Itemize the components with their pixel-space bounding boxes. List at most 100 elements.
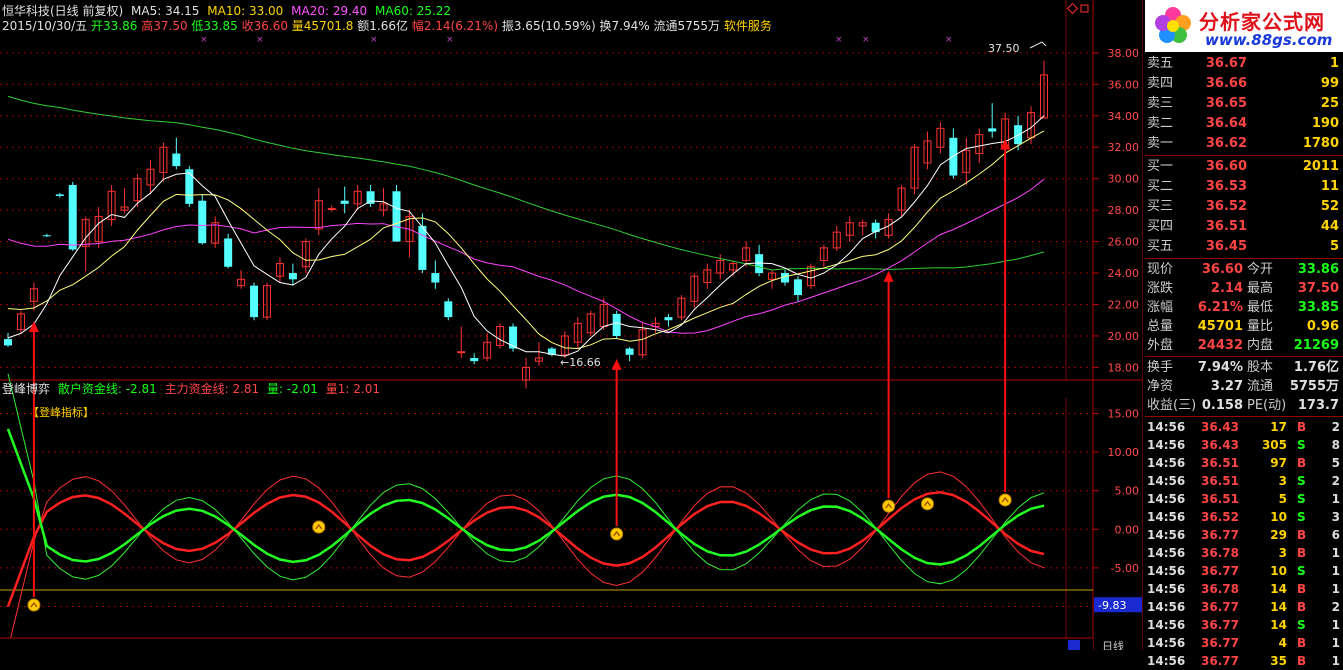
candle-body[interactable] (366, 191, 375, 204)
low-value: 低33.85 (191, 19, 238, 33)
candle-body[interactable] (327, 208, 336, 211)
candle-body[interactable] (457, 351, 466, 354)
event-marker-icon: × (835, 35, 843, 45)
candle-body[interactable] (470, 357, 479, 362)
buy-signal-icon[interactable] (610, 527, 624, 541)
bid-volume: 5 (1329, 239, 1339, 254)
ask-row[interactable]: 卖三 36.65 25 (1145, 94, 1343, 114)
bid-row[interactable]: 买二 36.53 11 (1145, 177, 1343, 197)
diamond-icon[interactable] (1066, 2, 1079, 15)
candle-body[interactable] (288, 273, 297, 280)
ind-tick-label: 5.00 (1115, 485, 1140, 498)
buy-signal-icon[interactable] (998, 493, 1012, 507)
ask-row[interactable]: 卖五 36.67 1 (1145, 54, 1343, 74)
candle-body[interactable] (250, 285, 259, 318)
ind-tick-label: 10.00 (1108, 446, 1140, 459)
candle-body[interactable] (42, 235, 51, 237)
tick-side: B (1297, 456, 1307, 470)
high-arrow (1029, 41, 1047, 49)
tick-row[interactable]: 14:56 36.51 5 S 1 (1145, 490, 1343, 508)
candle-body[interactable] (198, 200, 207, 244)
tick-row[interactable]: 14:56 36.77 14 S 1 (1145, 616, 1343, 634)
stat-value: 173.7 (1297, 398, 1339, 413)
candle-body[interactable] (949, 137, 958, 176)
bid-row[interactable]: 买四 36.51 44 (1145, 217, 1343, 237)
candle-body[interactable] (509, 326, 518, 349)
candle-body[interactable] (68, 184, 77, 250)
stat-value: 2.14 (1210, 281, 1243, 296)
candle-body[interactable] (172, 153, 181, 167)
tick-row[interactable]: 14:56 36.77 4 B 1 (1145, 634, 1343, 652)
bid-volume: 52 (1320, 199, 1339, 214)
candle-body[interactable] (988, 128, 997, 132)
stat-label: 流通 (1247, 379, 1274, 394)
candle-body[interactable] (664, 317, 673, 321)
price-tick-label: 18.00 (1108, 361, 1140, 374)
tick-row[interactable]: 14:56 36.51 97 B 5 (1145, 454, 1343, 472)
bid-row[interactable]: 买一 36.60 2011 (1145, 157, 1343, 177)
stat-value: 0.96 (1306, 319, 1339, 334)
tick-row[interactable]: 14:56 36.77 14 B 2 (1145, 598, 1343, 616)
price-tick-label: 28.00 (1108, 204, 1140, 217)
price-chart[interactable]: 38.00 36.00 34.00 32.00 30.00 28.00 26.00 24.00… (0, 0, 1143, 650)
candle-body[interactable] (392, 191, 401, 242)
buy-signal-icon[interactable] (27, 598, 41, 612)
candle-body[interactable] (625, 348, 634, 355)
tick-row[interactable]: 14:56 36.51 3 S 2 (1145, 472, 1343, 490)
candle-body[interactable] (1014, 125, 1023, 145)
ma60-line (7, 95, 1045, 271)
bid-row[interactable]: 买三 36.52 52 (1145, 197, 1343, 217)
tick-row[interactable]: 14:56 36.78 3 B 1 (1145, 544, 1343, 562)
candle-body[interactable] (340, 200, 349, 204)
buy-signal-icon[interactable] (312, 520, 326, 534)
candle-body[interactable] (612, 313, 621, 336)
tick-row[interactable]: 14:56 36.78 14 B 1 (1145, 580, 1343, 598)
bid-row[interactable]: 买五 36.45 5 (1145, 237, 1343, 257)
tick-price: 36.77 (1201, 654, 1239, 668)
tick-side: B (1297, 600, 1307, 614)
period-tab[interactable]: 日线 (1102, 639, 1124, 650)
ask-label: 卖二 (1147, 116, 1174, 131)
tick-row[interactable]: 14:56 36.43 305 S 8 (1145, 436, 1343, 454)
tick-row[interactable]: 14:56 36.77 10 S 1 (1145, 562, 1343, 580)
tick-time: 14:56 (1147, 438, 1186, 452)
candle-body[interactable] (418, 225, 427, 270)
ask-row[interactable]: 卖二 36.64 190 (1145, 114, 1343, 134)
candle-body[interactable] (55, 194, 64, 196)
ask-row[interactable]: 卖一 36.62 1780 (1145, 134, 1343, 154)
ask-label: 卖三 (1147, 96, 1174, 111)
tick-row[interactable]: 14:56 36.77 35 B 1 (1145, 652, 1343, 670)
price-tick-label: 32.00 (1108, 141, 1140, 154)
tick-time: 14:56 (1147, 564, 1186, 578)
chart-area[interactable]: 38.00 36.00 34.00 32.00 30.00 28.00 26.00 24.00… (0, 0, 1143, 650)
buy-signal-icon[interactable] (920, 497, 934, 511)
high-price-label: 37.50 (988, 42, 1020, 55)
tick-row[interactable]: 14:56 36.43 17 B 2 (1145, 418, 1343, 436)
tick-price: 36.78 (1201, 582, 1239, 596)
indicator-title[interactable]: 登峰博弈 (2, 382, 50, 396)
ask-row[interactable]: 卖四 36.66 99 (1145, 74, 1343, 94)
bid-label: 买三 (1147, 199, 1174, 214)
ask-volume: 190 (1311, 116, 1339, 131)
stat-value: 21269 (1293, 338, 1339, 353)
candle-body[interactable] (224, 238, 233, 267)
scroll-button-icon[interactable] (1068, 640, 1080, 650)
signal-arrow-head (611, 358, 622, 370)
tick-row[interactable]: 14:56 36.52 10 S 3 (1145, 508, 1343, 526)
stat-value: 36.60 (1201, 262, 1243, 277)
candle-body[interactable] (185, 169, 194, 204)
candle-body[interactable] (444, 301, 453, 318)
candle-body[interactable] (4, 339, 12, 346)
retail-line-label: 散户资金线: -2.81 (57, 382, 157, 396)
tick-volume: 10 (1270, 564, 1287, 578)
candle-body[interactable] (793, 279, 802, 296)
buy-signal-icon[interactable] (882, 499, 896, 513)
tick-volume: 305 (1261, 438, 1287, 452)
price-tick-label: 22.00 (1108, 299, 1140, 312)
square-icon[interactable] (1080, 4, 1089, 13)
candle-body[interactable] (431, 273, 440, 283)
low-price-label: ←16.66 (560, 356, 601, 369)
tick-count: 1 (1331, 564, 1340, 578)
tick-row[interactable]: 14:56 36.77 29 B 6 (1145, 526, 1343, 544)
tick-time: 14:56 (1147, 456, 1186, 470)
